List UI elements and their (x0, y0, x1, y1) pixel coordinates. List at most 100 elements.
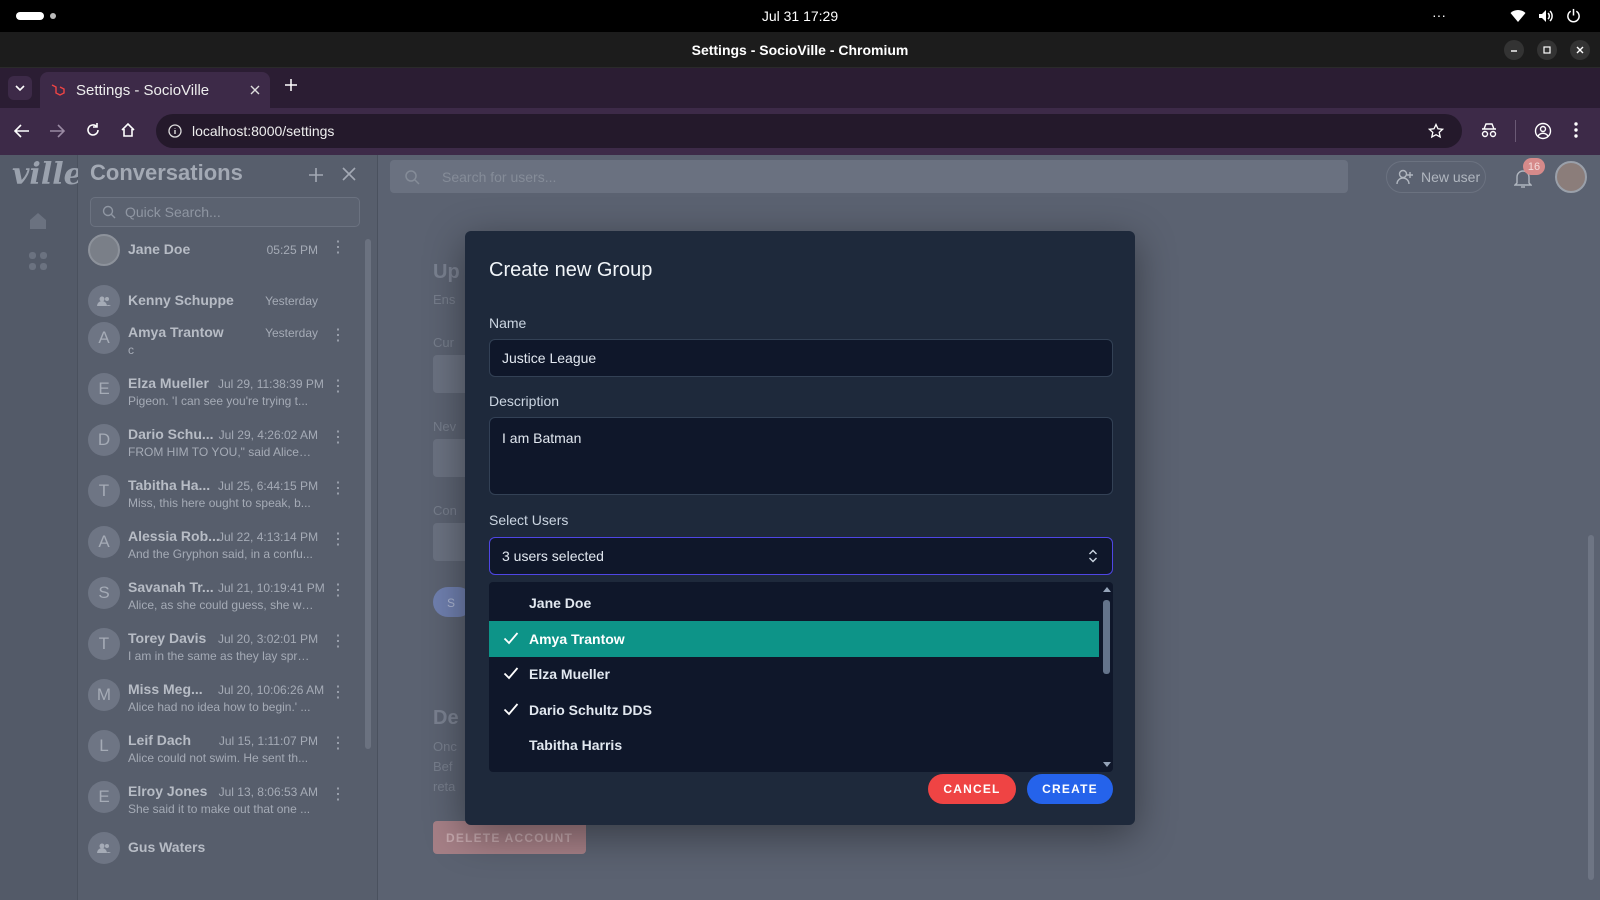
conversation-time: Jul 22, 4:13:14 PM (218, 530, 319, 544)
conversation-more-icon[interactable]: ⋮ (330, 784, 346, 804)
maximize-button[interactable] (1537, 40, 1557, 60)
conversation-more-icon[interactable]: ⋮ (330, 237, 346, 257)
user-option[interactable]: Amya Trantow (489, 620, 1099, 657)
incognito-icon[interactable] (1480, 122, 1498, 138)
checkmark-icon (503, 631, 519, 645)
group-avatar-icon (88, 285, 120, 317)
conversation-name: Amya Trantow (128, 324, 224, 340)
reload-icon[interactable] (85, 122, 101, 138)
conversation-list: Jane Doe 05:25 PM ⋮ Kenny Schuppe Yesterday A… (78, 229, 368, 900)
user-avatar[interactable] (1555, 161, 1587, 193)
conversation-item[interactable]: S Savanah Tr... Jul 21, 10:19:41 PM Alice, … (88, 572, 358, 623)
new-tab-icon[interactable] (284, 78, 298, 92)
user-option[interactable]: Dario Schultz DDS (489, 692, 1099, 728)
dropdown-scroll-down-icon[interactable] (1103, 762, 1111, 768)
conversation-preview: Alice had no idea how to begin.' ... (128, 700, 311, 714)
conversation-item[interactable]: E Elroy Jones Jul 13, 8:06:53 AM She said i… (88, 776, 358, 827)
bookmark-star-icon[interactable] (1428, 123, 1444, 139)
power-icon[interactable] (1566, 8, 1581, 23)
conversation-more-icon[interactable]: ⋮ (330, 376, 346, 396)
conversation-name: Dario Schu... (128, 426, 214, 442)
volume-icon[interactable] (1538, 9, 1554, 23)
conversation-item[interactable]: A Alessia Rob... Jul 22, 4:13:14 PM And the… (88, 521, 358, 572)
quick-search-input[interactable]: Quick Search... (90, 197, 360, 227)
user-option-label: Jane Doe (529, 595, 592, 611)
section-title-delete-account: De (433, 707, 459, 729)
conversation-name: Gus Waters (128, 839, 206, 855)
tab-search-button[interactable] (8, 76, 32, 100)
select-users-label: Select Users (489, 512, 569, 528)
conversation-more-icon[interactable]: ⋮ (330, 325, 346, 345)
conversation-more-icon[interactable]: ⋮ (330, 580, 346, 600)
contact-avatar: A (88, 322, 120, 354)
conversation-more-icon[interactable]: ⋮ (330, 631, 346, 651)
home-icon[interactable] (120, 122, 136, 138)
create-button[interactable]: CREATE (1027, 774, 1113, 804)
app-logo[interactable]: ville (12, 157, 83, 192)
conversation-item[interactable]: T Torey Davis Jul 20, 3:02:01 PM I am in th… (88, 623, 358, 674)
conversation-item[interactable]: Gus Waters (88, 827, 358, 878)
wifi-icon[interactable] (1510, 9, 1526, 23)
conversation-item[interactable]: A Amya Trantow Yesterday c ⋮ (88, 317, 358, 368)
dropdown-scroll-up-icon[interactable] (1103, 586, 1111, 592)
conversation-preview: She said it to make out that one ... (128, 802, 311, 816)
description-value: I am Batman (502, 430, 582, 446)
apps-nav-icon[interactable] (28, 251, 48, 271)
conversation-item[interactable]: Jane Doe 05:25 PM ⋮ (88, 229, 358, 280)
conversation-scrollbar[interactable] (365, 239, 371, 749)
app-rail: ville (0, 155, 83, 900)
conversation-more-icon[interactable]: ⋮ (330, 682, 346, 702)
conversation-name: Jane Doe (128, 241, 191, 257)
site-info-icon[interactable] (168, 124, 182, 138)
contact-avatar: A (88, 526, 120, 558)
conversation-more-icon[interactable]: ⋮ (330, 478, 346, 498)
new-user-label: New user (1421, 169, 1481, 185)
notification-badge: 16 (1523, 158, 1545, 175)
dropdown-scrollbar[interactable] (1103, 600, 1110, 674)
group-avatar-icon (88, 832, 120, 864)
forward-icon[interactable] (49, 124, 65, 138)
conversation-item[interactable]: L Leif Dach Jul 15, 1:11:07 PM Alice could … (88, 725, 358, 776)
conversation-item[interactable]: T Tabitha Ha... Jul 25, 6:44:15 PM Miss, th… (88, 470, 358, 521)
user-option[interactable]: Tabitha Harris (489, 727, 1099, 763)
contact-avatar: E (88, 373, 120, 405)
user-search-input[interactable]: Search for users... (390, 160, 1348, 193)
minimize-button[interactable] (1504, 40, 1524, 60)
back-icon[interactable] (14, 124, 30, 138)
delete-account-button[interactable]: DELETE ACCOUNT (433, 821, 586, 854)
conversation-name: Leif Dach (128, 732, 192, 748)
home-nav-icon[interactable] (28, 211, 48, 231)
browser-tab[interactable]: Settings - SocioVille (40, 72, 270, 108)
conversation-name: Savanah Tr... (128, 579, 214, 595)
select-users-dropdown[interactable]: 3 users selected (489, 537, 1113, 575)
conversation-item[interactable]: E Elza Mueller Jul 29, 11:38:39 PM Pigeon. … (88, 368, 358, 419)
close-panel-icon[interactable] (342, 167, 356, 181)
url-text[interactable]: localhost:8000/settings (192, 123, 334, 139)
conversation-time: Jul 29, 4:26:02 AM (218, 428, 318, 442)
tab-close-icon[interactable] (250, 85, 260, 95)
user-option[interactable]: Jane Doe (489, 585, 1099, 621)
page-scrollbar[interactable] (1588, 535, 1594, 880)
conversation-item[interactable]: D Dario Schu... Jul 29, 4:26:02 AM FROM HIM… (88, 419, 358, 470)
user-option[interactable]: Elza Mueller (489, 656, 1099, 692)
os-overflow-icon[interactable]: ··· (1432, 7, 1446, 23)
modal-title: Create new Group (489, 259, 653, 281)
group-name-input[interactable]: Justice League (489, 339, 1113, 377)
close-window-button[interactable] (1570, 40, 1590, 60)
conversation-more-icon[interactable]: ⋮ (330, 733, 346, 753)
os-clock[interactable]: Jul 31 17:29 (0, 8, 1600, 24)
conversation-time: Yesterday (265, 294, 318, 308)
conversation-more-icon[interactable]: ⋮ (330, 529, 346, 549)
laravel-favicon-icon (50, 82, 66, 98)
add-user-icon (1396, 168, 1414, 186)
conversation-item[interactable]: M Miss Meg... Jul 20, 10:06:26 AM Alice had… (88, 674, 358, 725)
checkmark-icon (503, 666, 519, 680)
cancel-button[interactable]: CANCEL (928, 774, 1016, 804)
conversation-more-icon[interactable]: ⋮ (330, 427, 346, 447)
description-textarea[interactable]: I am Batman (489, 417, 1113, 495)
browser-menu-icon[interactable] (1574, 121, 1578, 139)
conversation-name: Elroy Jones (128, 783, 208, 799)
address-bar[interactable]: localhost:8000/settings (156, 114, 1462, 148)
add-conversation-icon[interactable] (308, 167, 324, 183)
profile-icon[interactable] (1534, 122, 1552, 140)
